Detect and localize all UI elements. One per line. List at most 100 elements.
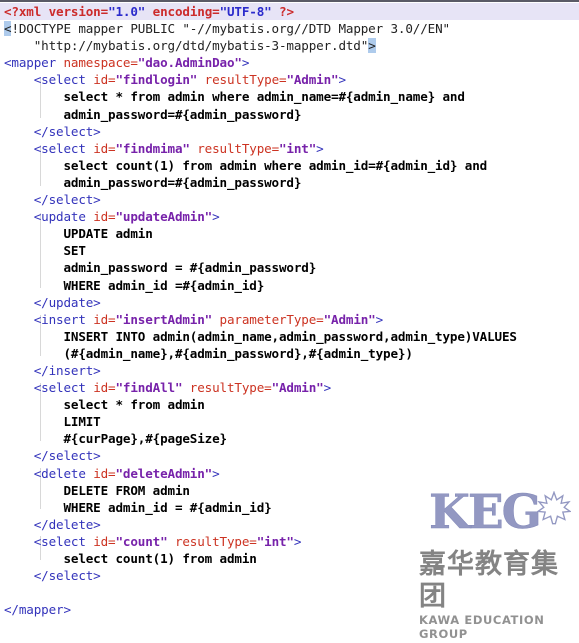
code-token-doctype: "http://mybatis.org/dtd/mybatis-3-mapper…: [4, 38, 369, 54]
code-line[interactable]: </insert>: [0, 362, 579, 379]
code-line[interactable]: admin_password=#{admin_password}: [0, 106, 579, 123]
code-token-sql: select count(1) from admin where admin_i…: [4, 157, 488, 173]
code-token-attrval: "insertAdmin": [115, 311, 213, 327]
code-line[interactable]: select count(1) from admin: [0, 550, 579, 567]
code-line[interactable]: "http://mybatis.org/dtd/mybatis-3-mapper…: [0, 37, 579, 54]
code-token-attrval: "dao.AdminDao": [137, 55, 242, 71]
code-line[interactable]: <update id="updateAdmin">: [0, 208, 579, 225]
code-token-attr: id=: [93, 209, 116, 225]
code-line[interactable]: WHERE admin_id = #{admin_id}: [0, 499, 579, 516]
code-token-tag: <delete: [4, 465, 94, 481]
code-token-pi: encoding=: [145, 4, 220, 19]
code-line[interactable]: </select>: [0, 567, 579, 584]
code-content[interactable]: <?xml version="1.0" encoding="UTF-8" ?> <…: [0, 2, 579, 618]
code-token-tag: </select>: [4, 568, 101, 584]
code-token-tag: <select: [4, 72, 94, 88]
code-token-attrval: "Admin": [271, 380, 324, 396]
code-token-tag: </update>: [4, 294, 101, 310]
code-token-attr: namespace=: [63, 55, 138, 71]
code-editor-pane[interactable]: <?xml version="1.0" encoding="UTF-8" ?> <…: [0, 0, 579, 643]
code-token-sql: LIMIT: [4, 414, 101, 430]
code-token-sql: select * from admin: [4, 397, 205, 413]
code-token-tag: </delete>: [4, 516, 101, 532]
code-line[interactable]: <insert id="insertAdmin" parameterType="…: [0, 311, 579, 328]
code-line[interactable]: <mapper namespace="dao.AdminDao">: [0, 54, 579, 71]
code-token-tag: >: [241, 55, 250, 71]
code-token-sql: admin_password = #{admin_password}: [4, 260, 317, 276]
code-line[interactable]: SET: [0, 242, 579, 259]
code-token-tag: </insert>: [4, 362, 101, 378]
code-token-pi: ?>: [271, 4, 294, 19]
code-line[interactable]: <!DOCTYPE mapper PUBLIC "-//mybatis.org/…: [0, 20, 579, 37]
code-token-attrval: "int": [279, 140, 317, 156]
code-line[interactable]: <select id="findAll" resultType="Admin">: [0, 379, 579, 396]
code-token-tag: <insert: [4, 311, 94, 327]
code-line[interactable]: <?xml version="1.0" encoding="UTF-8" ?>: [0, 3, 579, 21]
code-token-attr: parameterType=: [212, 311, 324, 327]
code-line[interactable]: select count(1) from admin where admin_i…: [0, 157, 579, 174]
code-line[interactable]: #{curPage},#{pageSize}: [0, 430, 579, 447]
code-line[interactable]: admin_password=#{admin_password}: [0, 174, 579, 191]
code-token-tag: </select>: [4, 123, 101, 139]
code-token-tag: >: [338, 72, 346, 88]
code-token-sql: UPDATE admin: [4, 226, 153, 242]
code-token-attr: id=: [93, 140, 116, 156]
code-line[interactable]: DELETE FROM admin: [0, 482, 579, 499]
code-token-sql: WHERE admin_id =#{admin_id}: [4, 277, 265, 293]
code-line[interactable]: select * from admin: [0, 396, 579, 413]
code-line[interactable]: admin_password = #{admin_password}: [0, 259, 579, 276]
code-line[interactable]: </delete>: [0, 516, 579, 533]
code-token-sql: INSERT INTO admin(admin_name,admin_passw…: [4, 328, 517, 344]
code-line[interactable]: </mapper>: [0, 601, 579, 618]
code-token-attrval: "deleteAdmin": [115, 465, 213, 481]
code-line[interactable]: WHERE admin_id =#{admin_id}: [0, 277, 579, 294]
code-token-tag: <mapper: [4, 55, 64, 71]
code-token-tag: >: [293, 533, 302, 549]
code-line[interactable]: <delete id="deleteAdmin">: [0, 465, 579, 482]
code-token-attr: id=: [93, 533, 116, 549]
code-token-tag: >: [323, 380, 332, 396]
code-token-sql: SET: [4, 243, 86, 259]
code-token-attrval: "Admin": [286, 72, 339, 88]
code-token-attrval: "updateAdmin": [115, 209, 213, 225]
code-line[interactable]: </select>: [0, 123, 579, 140]
code-token-sql: admin_password=#{admin_password}: [4, 174, 302, 190]
code-line[interactable]: </update>: [0, 294, 579, 311]
code-line[interactable]: UPDATE admin: [0, 225, 579, 242]
code-line[interactable]: <select id="count" resultType="int">: [0, 533, 579, 550]
code-token-pi: version=: [48, 4, 109, 19]
code-token-bracket: >: [368, 38, 376, 54]
code-token-doctype: !DOCTYPE mapper PUBLIC "-//mybatis.org//…: [11, 21, 450, 37]
code-token-tag: >: [316, 140, 324, 156]
code-token-tag: </select>: [4, 192, 101, 208]
code-token-sql: select * from admin where admin_name=#{a…: [4, 89, 465, 105]
code-line[interactable]: <select id="findmima" resultType="int">: [0, 140, 579, 157]
code-token-attr: id=: [93, 311, 116, 327]
code-line[interactable]: (#{admin_name},#{admin_password},#{admin…: [0, 345, 579, 362]
code-token-tag: >: [212, 209, 220, 225]
code-line[interactable]: LIMIT: [0, 413, 579, 430]
code-line[interactable]: INSERT INTO admin(admin_name,admin_passw…: [0, 328, 579, 345]
code-line[interactable]: <select id="findlogin" resultType="Admin…: [0, 71, 579, 88]
code-token-attr: resultType=: [197, 72, 287, 88]
code-token-attr: resultType=: [182, 380, 272, 396]
code-line[interactable]: </select>: [0, 447, 579, 464]
code-token-attrval: "count": [115, 533, 168, 549]
code-token-attr: resultType=: [189, 140, 279, 156]
code-token-tag: >: [212, 465, 220, 481]
code-line[interactable]: </select>: [0, 191, 579, 208]
code-line[interactable]: select * from admin where admin_name=#{a…: [0, 88, 579, 105]
code-token-tag: <select: [4, 140, 94, 156]
code-line[interactable]: [0, 584, 579, 601]
code-token-attr: id=: [93, 380, 116, 396]
code-token-tag: </select>: [4, 448, 101, 464]
code-token-sql: #{curPage},#{pageSize}: [4, 431, 227, 447]
code-token-tag: <select: [4, 533, 94, 549]
code-token-attrval: "findlogin": [115, 72, 198, 88]
code-token-sql: (#{admin_name},#{admin_password},#{admin…: [4, 345, 413, 361]
code-token-attr: resultType=: [167, 533, 257, 549]
code-token-sql: DELETE FROM admin: [4, 482, 190, 498]
code-token-pi-val: "1.0": [108, 4, 146, 19]
code-token-tag: </mapper>: [4, 602, 71, 618]
code-token-attr: id=: [93, 72, 116, 88]
